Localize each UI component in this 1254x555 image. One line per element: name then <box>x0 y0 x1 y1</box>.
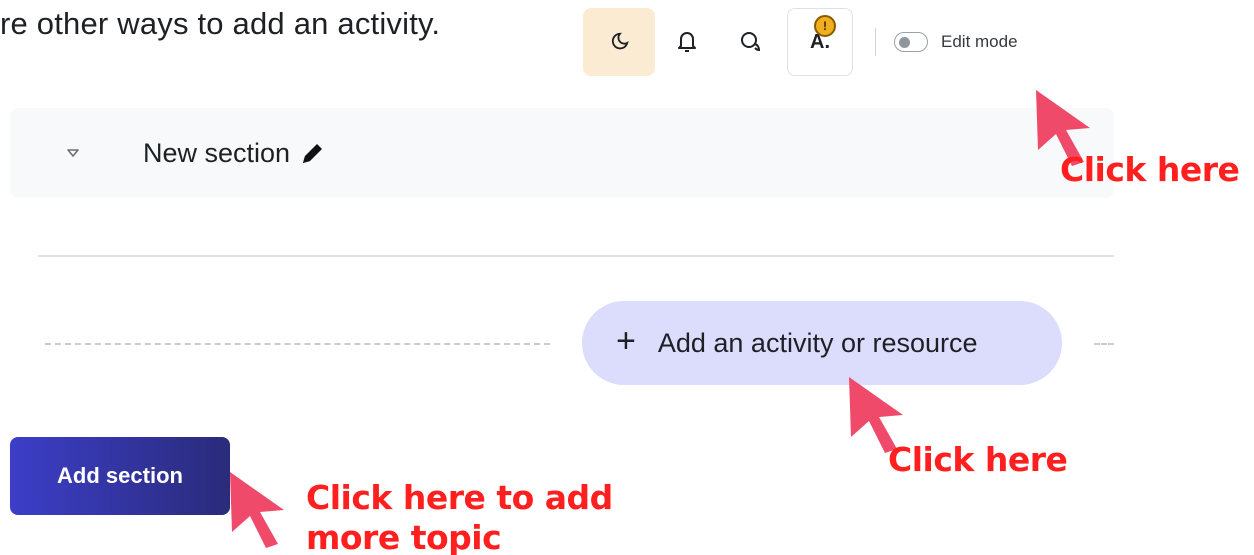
messages-button[interactable] <box>719 8 783 76</box>
bell-icon <box>678 32 696 52</box>
triangle-down-icon[interactable] <box>62 142 84 164</box>
section-title-label: New section <box>143 138 291 168</box>
intro-text: re other ways to add an activity. <box>0 6 441 41</box>
add-section-label: Add section <box>57 463 183 488</box>
pencil-icon[interactable] <box>298 140 326 168</box>
activity-hint: Click here <box>888 440 1068 479</box>
pointer-arrow-icon <box>230 472 284 548</box>
add-section-hint: Click here to add more topic <box>306 478 613 555</box>
section-title: New section <box>143 138 326 169</box>
edit-mode-toggle[interactable] <box>894 32 928 52</box>
course-section: New section <box>10 108 1114 198</box>
notifications-button[interactable] <box>655 8 719 76</box>
add-section-hint-line1: Click here to add <box>306 478 613 517</box>
section-divider <box>38 255 1114 257</box>
user-menu-button[interactable]: A. ! <box>787 8 853 76</box>
top-toolbar: A. ! Edit mode <box>583 8 1018 76</box>
alert-badge-icon: ! <box>814 15 836 37</box>
moon-icon <box>611 32 629 50</box>
add-activity-label: Add an activity or resource <box>657 327 978 358</box>
add-section-button[interactable]: Add section <box>10 437 230 515</box>
dashed-divider-right <box>1094 343 1114 345</box>
edit-mode-hint: Click here <box>1060 150 1240 189</box>
add-section-hint-line2: more topic <box>306 518 502 555</box>
chat-icon <box>741 32 761 52</box>
edit-mode-label[interactable]: Edit mode <box>941 32 1018 52</box>
add-activity-button[interactable]: + Add an activity or resource <box>582 301 1062 385</box>
dashed-divider-left <box>45 343 550 345</box>
toggle-knob <box>899 36 910 48</box>
plus-icon: + <box>616 322 636 360</box>
toolbar-divider <box>875 28 876 56</box>
dark-mode-button[interactable] <box>583 8 655 76</box>
